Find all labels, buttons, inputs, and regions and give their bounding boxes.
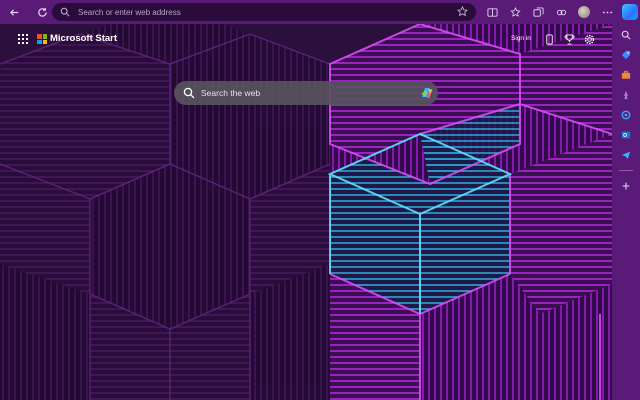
sidebar-games-button[interactable] — [618, 88, 634, 102]
extensions-button[interactable] — [553, 4, 569, 20]
briefcase-icon — [621, 70, 631, 79]
favorite-star-icon[interactable] — [457, 6, 468, 17]
sidebar-copilot-button[interactable] — [618, 108, 634, 122]
back-button[interactable] — [4, 2, 24, 22]
mobile-app-button[interactable] — [543, 33, 555, 45]
rewards-button[interactable] — [563, 33, 575, 45]
copilot-icon[interactable] — [419, 85, 435, 101]
send-icon — [621, 151, 631, 160]
edge-sidebar: O — [612, 24, 640, 400]
copilot-icon — [622, 4, 638, 20]
trophy-icon — [564, 33, 574, 45]
sign-in-button[interactable]: Sign in — [511, 35, 531, 42]
sidebar-outlook-button[interactable]: O — [618, 128, 634, 142]
address-bar[interactable] — [52, 3, 476, 21]
refresh-icon — [37, 7, 47, 17]
search-input[interactable] — [201, 85, 401, 101]
tag-icon — [621, 50, 631, 60]
more-dots-icon — [602, 11, 612, 13]
app-launcher-icon[interactable] — [18, 34, 28, 44]
new-tab-page: Microsoft Start Sign in — [0, 24, 612, 400]
search-icon — [183, 87, 195, 99]
browser-toolbar — [0, 0, 640, 24]
search-icon — [60, 7, 70, 17]
sidebar-shopping-button[interactable] — [618, 48, 634, 62]
phone-icon — [545, 33, 553, 45]
favorites-button[interactable] — [507, 4, 523, 20]
msn-header: Microsoft Start Sign in — [0, 24, 612, 54]
search-icon — [621, 30, 631, 40]
copilot-icon — [621, 110, 631, 120]
avatar — [578, 6, 590, 18]
back-arrow-icon — [9, 8, 18, 16]
sidebar-tools-button[interactable] — [618, 68, 634, 82]
split-screen-button[interactable] — [484, 4, 500, 20]
add-icon — [622, 182, 630, 190]
sidebar-add-button[interactable] — [618, 179, 634, 193]
web-search-box[interactable] — [174, 81, 438, 105]
brand-name[interactable]: Microsoft Start — [50, 33, 117, 44]
favorites-icon — [509, 6, 521, 17]
svg-text:O: O — [623, 133, 627, 139]
sidebar-drop-button[interactable] — [618, 148, 634, 162]
settings-button[interactable] — [583, 33, 595, 45]
more-menu-button[interactable] — [599, 4, 615, 20]
microsoft-logo-icon — [37, 34, 47, 44]
chess-icon — [623, 90, 629, 100]
gear-icon — [584, 34, 594, 44]
collections-button[interactable] — [530, 4, 546, 20]
address-input[interactable] — [78, 7, 438, 17]
outlook-icon: O — [621, 131, 631, 139]
sidebar-divider — [619, 170, 633, 171]
profile-button[interactable] — [576, 4, 592, 20]
copilot-button[interactable] — [622, 4, 638, 20]
sidebar-search-button[interactable] — [618, 28, 634, 42]
toolbar-right — [480, 2, 640, 22]
split-screen-icon — [486, 7, 498, 17]
extensions-icon — [556, 9, 566, 15]
collections-icon — [532, 6, 544, 17]
refresh-button[interactable] — [32, 2, 52, 22]
